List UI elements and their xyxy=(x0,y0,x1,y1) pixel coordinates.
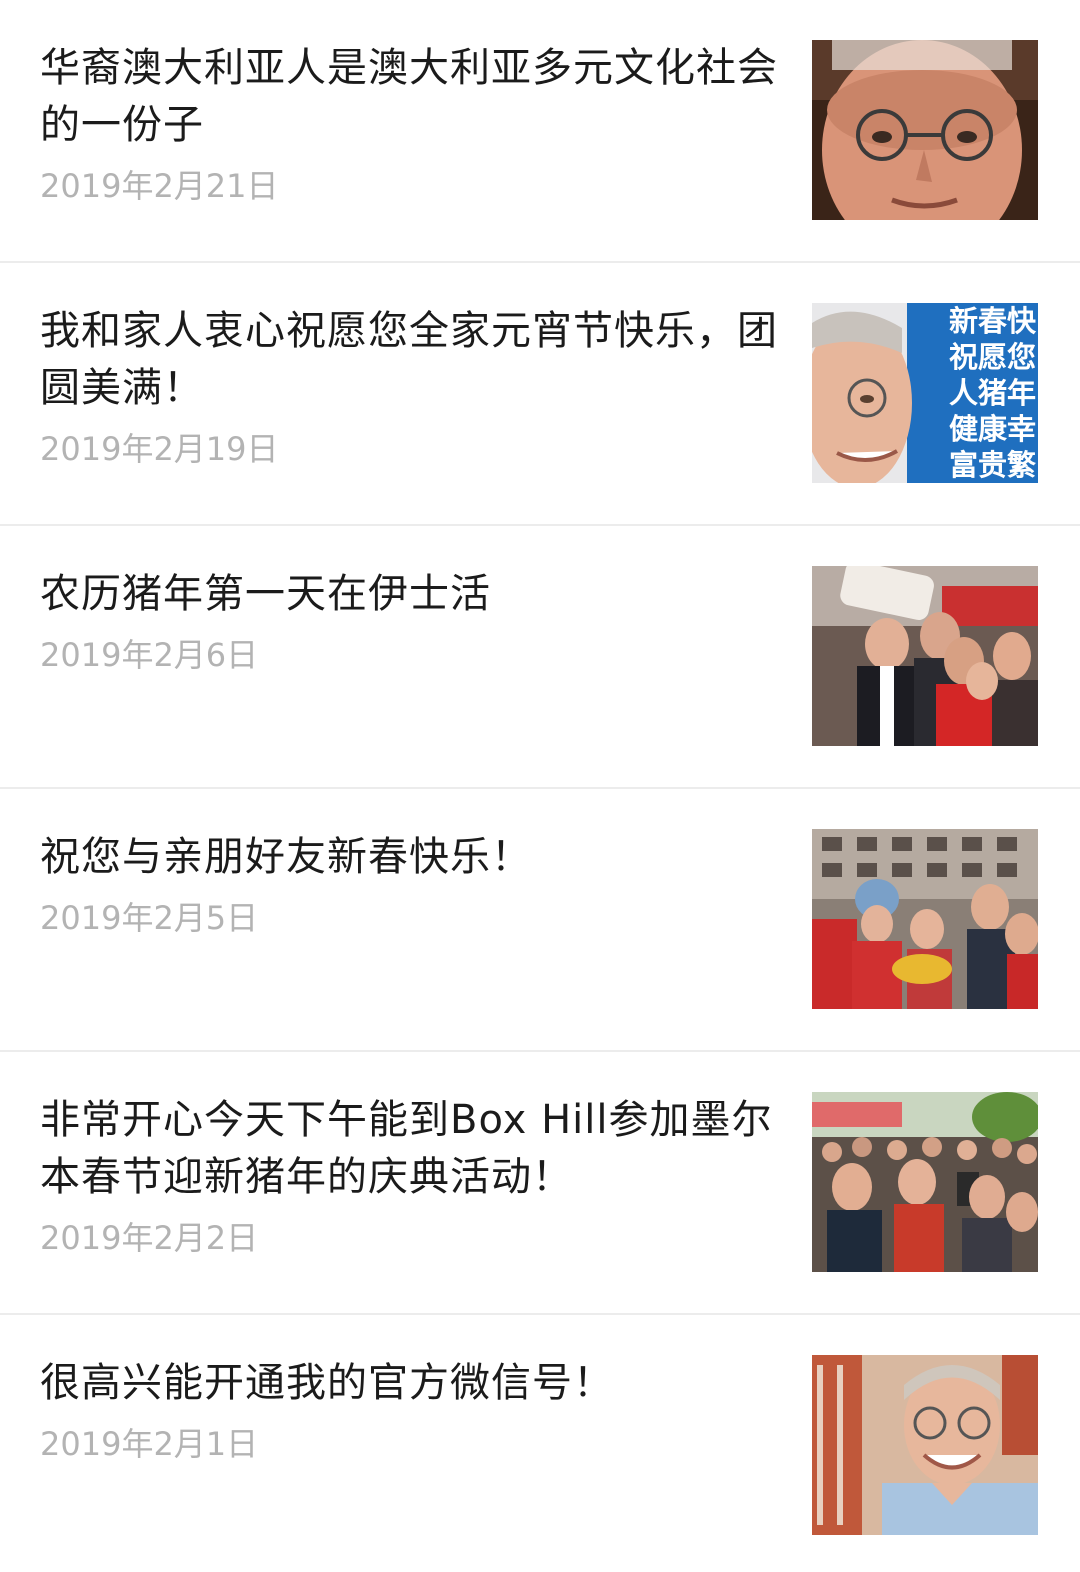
list-item[interactable]: 我和家人衷心祝愿您全家元宵节快乐，团圆美满！ 2019年2月19日 新春快 祝愿… xyxy=(0,263,1080,526)
article-text: 我和家人衷心祝愿您全家元宵节快乐，团圆美满！ 2019年2月19日 xyxy=(40,303,780,469)
article-date: 2019年2月2日 xyxy=(40,1219,259,1257)
article-title[interactable]: 很高兴能开通我的官方微信号！ xyxy=(40,1355,780,1412)
article-text: 非常开心今天下午能到Box Hill参加墨尔本春节迎新猪年的庆典活动！ 2019… xyxy=(40,1092,780,1258)
article-thumbnail[interactable]: 新春快 祝愿您 人猪年 健康幸 富贵繁 xyxy=(812,303,1038,483)
article-thumbnail[interactable] xyxy=(812,1092,1038,1272)
article-text: 很高兴能开通我的官方微信号！ 2019年2月1日 xyxy=(40,1355,780,1464)
article-thumbnail[interactable] xyxy=(812,829,1038,1009)
article-list: 华裔澳大利亚人是澳大利亚多元文化社会的一份子 2019年2月21日 我和家人衷心… xyxy=(0,0,1080,1572)
article-date: 2019年2月6日 xyxy=(40,636,259,674)
article-text: 祝您与亲朋好友新春快乐！ 2019年2月5日 xyxy=(40,829,780,938)
article-title[interactable]: 农历猪年第一天在伊士活 xyxy=(40,566,780,623)
article-title[interactable]: 华裔澳大利亚人是澳大利亚多元文化社会的一份子 xyxy=(40,40,780,154)
article-thumbnail[interactable] xyxy=(812,40,1038,220)
article-date: 2019年2月5日 xyxy=(40,899,259,937)
list-item[interactable]: 祝您与亲朋好友新春快乐！ 2019年2月5日 xyxy=(0,789,1080,1052)
thumbnail-banner-text: 新春快 祝愿您 人猪年 健康幸 富贵繁 xyxy=(948,304,1036,482)
article-date: 2019年2月1日 xyxy=(40,1425,259,1463)
list-item[interactable]: 非常开心今天下午能到Box Hill参加墨尔本春节迎新猪年的庆典活动！ 2019… xyxy=(0,1052,1080,1315)
article-date: 2019年2月21日 xyxy=(40,167,279,205)
article-title[interactable]: 祝您与亲朋好友新春快乐！ xyxy=(40,829,780,886)
article-title[interactable]: 非常开心今天下午能到Box Hill参加墨尔本春节迎新猪年的庆典活动！ xyxy=(40,1092,780,1206)
list-item[interactable]: 农历猪年第一天在伊士活 2019年2月6日 xyxy=(0,526,1080,789)
article-title[interactable]: 我和家人衷心祝愿您全家元宵节快乐，团圆美满！ xyxy=(40,303,780,417)
article-date: 2019年2月19日 xyxy=(40,430,279,468)
article-text: 农历猪年第一天在伊士活 2019年2月6日 xyxy=(40,566,780,675)
article-text: 华裔澳大利亚人是澳大利亚多元文化社会的一份子 2019年2月21日 xyxy=(40,40,780,206)
list-item[interactable]: 华裔澳大利亚人是澳大利亚多元文化社会的一份子 2019年2月21日 xyxy=(0,0,1080,263)
article-thumbnail[interactable] xyxy=(812,1355,1038,1535)
list-item[interactable]: 很高兴能开通我的官方微信号！ 2019年2月1日 xyxy=(0,1315,1080,1572)
article-thumbnail[interactable] xyxy=(812,566,1038,746)
